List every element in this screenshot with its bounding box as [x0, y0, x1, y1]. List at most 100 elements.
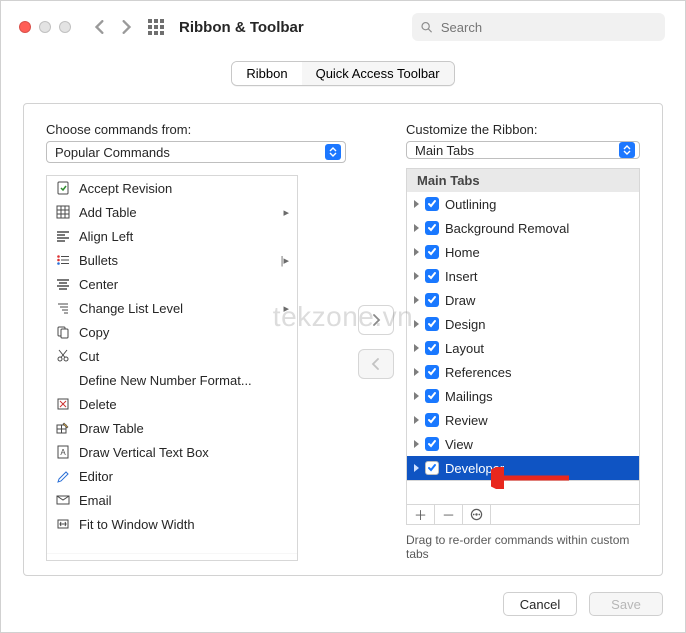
tab-label: References	[445, 365, 511, 380]
tab-node-references[interactable]: References	[407, 360, 639, 384]
tab-node-layout[interactable]: Layout	[407, 336, 639, 360]
tab-label: View	[445, 437, 473, 452]
tab-node-view[interactable]: View	[407, 432, 639, 456]
add-command-button[interactable]	[358, 305, 394, 335]
window-controls	[19, 21, 71, 33]
tabs-tree[interactable]: Outlining Background Removal Home Insert Dra…	[406, 192, 640, 481]
tab-node-draw[interactable]: Draw	[407, 288, 639, 312]
checkbox[interactable]	[425, 269, 439, 283]
commands-listbox[interactable]: Accept Revision Add Table ▸ Align Left B…	[46, 175, 298, 561]
list-item[interactable]: Email	[47, 488, 297, 512]
checkbox[interactable]	[425, 293, 439, 307]
tab-segmented-control: Ribbon Quick Access Toolbar	[1, 61, 685, 86]
tab-label: Design	[445, 317, 485, 332]
minimize-window-button[interactable]	[39, 21, 51, 33]
align-left-icon	[55, 228, 71, 244]
customize-ribbon-select[interactable]: Main Tabs	[406, 141, 640, 159]
tab-label: Home	[445, 245, 480, 260]
tab-ribbon[interactable]: Ribbon	[232, 62, 301, 85]
list-item[interactable]: Copy	[47, 320, 297, 344]
tab-label: Draw	[445, 293, 475, 308]
disclosure-icon	[411, 389, 421, 403]
list-item[interactable]: Change List Level ▸	[47, 296, 297, 320]
save-button[interactable]: Save	[589, 592, 663, 616]
list-item[interactable]: Align Left	[47, 224, 297, 248]
checkbox[interactable]	[425, 365, 439, 379]
checkbox[interactable]	[425, 317, 439, 331]
titlebar: Ribbon & Toolbar	[1, 1, 685, 53]
list-item[interactable]: A Draw Vertical Text Box	[47, 440, 297, 464]
cut-icon	[55, 348, 71, 364]
list-item[interactable]: Add Table ▸	[47, 200, 297, 224]
back-button[interactable]	[87, 14, 113, 40]
remove-tab-button[interactable]: －	[435, 505, 463, 524]
blank-icon	[55, 372, 71, 388]
choose-commands-value: Popular Commands	[55, 145, 325, 160]
tab-node-developer[interactable]: Developer	[407, 456, 639, 480]
customize-ribbon-value: Main Tabs	[415, 143, 619, 158]
list-item[interactable]: Center	[47, 272, 297, 296]
list-item[interactable]: Editor	[47, 464, 297, 488]
tab-node-background-removal[interactable]: Background Removal	[407, 216, 639, 240]
apps-grid-icon[interactable]	[143, 14, 169, 40]
add-tab-button[interactable]: ＋	[407, 505, 435, 524]
content-panel: Choose commands from: Popular Commands A…	[23, 103, 663, 576]
tab-label: Layout	[445, 341, 484, 356]
settings-button[interactable]	[463, 505, 491, 524]
disclosure-icon	[411, 461, 421, 475]
list-item-overflow	[47, 536, 297, 554]
disclosure-icon	[411, 221, 421, 235]
remove-command-button[interactable]	[358, 349, 394, 379]
tab-node-mailings[interactable]: Mailings	[407, 384, 639, 408]
checkbox[interactable]	[425, 221, 439, 235]
disclosure-icon	[411, 437, 421, 451]
disclosure-icon	[411, 413, 421, 427]
list-item[interactable]: Draw Table	[47, 416, 297, 440]
checkbox[interactable]	[425, 437, 439, 451]
list-item[interactable]: Cut	[47, 344, 297, 368]
zoom-window-button[interactable]	[59, 21, 71, 33]
checkbox[interactable]	[425, 389, 439, 403]
disclosure-icon	[411, 197, 421, 211]
checkbox[interactable]	[425, 461, 439, 475]
tab-node-design[interactable]: Design	[407, 312, 639, 336]
disclosure-icon	[411, 365, 421, 379]
tab-quick-access-toolbar[interactable]: Quick Access Toolbar	[302, 62, 454, 85]
list-item[interactable]: Bullets |▸	[47, 248, 297, 272]
cancel-button[interactable]: Cancel	[503, 592, 577, 616]
draw-table-icon	[55, 420, 71, 436]
list-item[interactable]: Fit to Window Width	[47, 512, 297, 536]
split-indicator-icon: |▸	[281, 254, 289, 267]
gear-icon	[470, 508, 483, 521]
checkbox[interactable]	[425, 413, 439, 427]
tab-label: Outlining	[445, 197, 496, 212]
tab-node-review[interactable]: Review	[407, 408, 639, 432]
tab-node-insert[interactable]: Insert	[407, 264, 639, 288]
center-icon	[55, 276, 71, 292]
search-input[interactable]	[439, 19, 657, 36]
email-icon	[55, 492, 71, 508]
tab-label: Background Removal	[445, 221, 569, 236]
list-item[interactable]: Delete	[47, 392, 297, 416]
tab-node-outlining[interactable]: Outlining	[407, 192, 639, 216]
close-window-button[interactable]	[19, 21, 31, 33]
vertical-textbox-icon: A	[55, 444, 71, 460]
list-item[interactable]: Accept Revision	[47, 176, 297, 200]
add-table-icon	[55, 204, 71, 220]
tab-label: Developer	[445, 461, 504, 476]
reorder-hint: Drag to re-order commands within custom …	[406, 533, 640, 561]
tree-toolbar: ＋ －	[406, 505, 640, 525]
search-field[interactable]	[412, 13, 665, 41]
editor-icon	[55, 468, 71, 484]
forward-button[interactable]	[113, 14, 139, 40]
checkbox[interactable]	[425, 341, 439, 355]
checkbox[interactable]	[425, 245, 439, 259]
disclosure-icon	[411, 245, 421, 259]
fit-window-icon	[55, 516, 71, 532]
list-item[interactable]: Define New Number Format...	[47, 368, 297, 392]
disclosure-icon	[411, 293, 421, 307]
checkbox[interactable]	[425, 197, 439, 211]
choose-commands-select[interactable]: Popular Commands	[46, 141, 346, 163]
tab-node-home[interactable]: Home	[407, 240, 639, 264]
tab-label: Review	[445, 413, 488, 428]
